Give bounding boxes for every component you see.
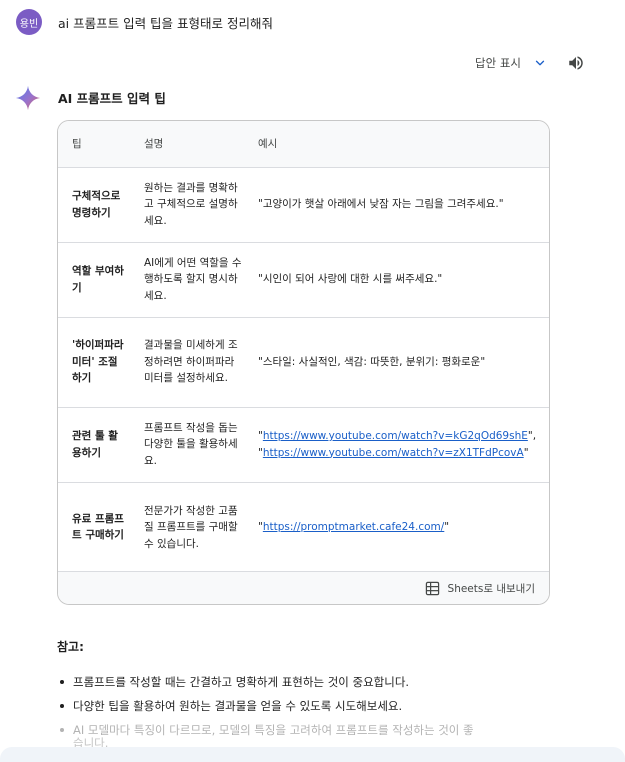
response-toolbar: 답안 표시 [475,54,585,72]
youtube-link[interactable]: https://www.youtube.com/watch?v=zX1TFdPc… [263,447,524,459]
example-cell: "고양이가 햇살 아래에서 낮잠 자는 그림을 그려주세요." [258,198,504,211]
user-message: 용빈 ai 프롬프트 입력 팁을 표형태로 정리해줘 [16,9,273,35]
tip-cell: 유료 프롬프트 구매하기 [72,512,124,542]
list-item: 프롬프트를 작성할 때는 간결하고 명확하게 표현하는 것이 중요합니다. [57,670,557,694]
column-header: 설명 [144,137,164,150]
show-drafts-button[interactable]: 답안 표시 [475,55,547,71]
description-cell: 원하는 결과를 명확하고 구체적으로 설명하세요. [144,181,238,227]
table-row: 관련 툴 활용하기 프롬프트 작성을 돕는 다양한 툴을 활용하세요. "htt… [58,407,549,482]
tip-cell: 관련 툴 활용하기 [72,430,118,459]
column-header: 팁 [72,137,82,150]
table-footer: Sheets로 내보내기 [58,571,549,604]
tip-cell: 구체적으로 명령하기 [72,190,121,219]
promptmarket-link[interactable]: https://promptmarket.cafe24.com/ [263,521,444,533]
example-cell: "시인이 되어 사랑에 대한 시를 써주세요." [258,273,443,286]
input-area-edge [0,747,625,762]
user-prompt-text: ai 프롬프트 입력 팁을 표형태로 정리해줘 [58,15,274,31]
notes-list: 프롬프트를 작성할 때는 간결하고 명확하게 표현하는 것이 중요합니다. 다양… [57,670,557,742]
table-row: 유료 프롬프트 구매하기 전문가가 작성한 고품질 프롬프트를 구매할 수 있습… [58,482,549,572]
export-to-sheets-button[interactable]: Sheets로 내보내기 [425,581,535,596]
example-cell: "https://www.youtube.com/watch?v=kG2qOd6… [258,430,537,459]
table-row: 구체적으로 명령하기 원하는 결과를 명확하고 구체적으로 설명하세요. "고양… [58,167,549,242]
example-cell: "스타일: 사실적인, 색감: 따뜻한, 분위기: 평화로운" [258,355,486,368]
column-header: 예시 [258,137,278,150]
export-label: Sheets로 내보내기 [447,582,535,595]
list-item: 다양한 팁을 활용하여 원하는 결과물을 얻을 수 있도록 시도해보세요. [57,694,557,718]
gemini-sparkle-icon [15,85,41,111]
description-cell: AI에게 어떤 역할을 수행하도록 할지 명시하세요. [144,256,242,302]
tips-table-card: 팁 설명 예시 구체적으로 명령하기 원하는 결과를 명확하고 구체적으로 설명… [57,120,550,605]
table-row: 역할 부여하기 AI에게 어떤 역할을 수행하도록 할지 명시하세요. "시인이… [58,242,549,317]
response-title: AI 프롬프트 입력 팁 [58,91,166,106]
description-cell: 결과물을 미세하게 조정하려면 하이퍼파라미터를 설정하세요. [144,339,238,385]
sheets-table-icon [425,581,439,595]
example-cell: "https://promptmarket.cafe24.com/" [258,521,450,533]
description-cell: 전문가가 작성한 고품질 프롬프트를 구매할 수 있습니다. [144,504,238,550]
tip-cell: '하이퍼파라미터' 조절하기 [72,339,124,385]
description-cell: 프롬프트 작성을 돕는 다양한 툴을 활용하세요. [144,421,238,467]
note-heading: 참고: [57,640,84,654]
youtube-link[interactable]: https://www.youtube.com/watch?v=kG2qOd69… [263,430,528,442]
tips-table: 팁 설명 예시 구체적으로 명령하기 원하는 결과를 명확하고 구체적으로 설명… [58,121,549,572]
table-row: '하이퍼파라미터' 조절하기 결과물을 미세하게 조정하려면 하이퍼파라미터를 … [58,317,549,407]
volume-icon[interactable] [567,54,585,72]
avatar[interactable]: 용빈 [16,9,42,35]
tip-cell: 역할 부여하기 [72,265,124,294]
table-header-row: 팁 설명 예시 [58,121,549,167]
chevron-down-icon [535,60,545,66]
show-drafts-label: 답안 표시 [475,56,521,70]
